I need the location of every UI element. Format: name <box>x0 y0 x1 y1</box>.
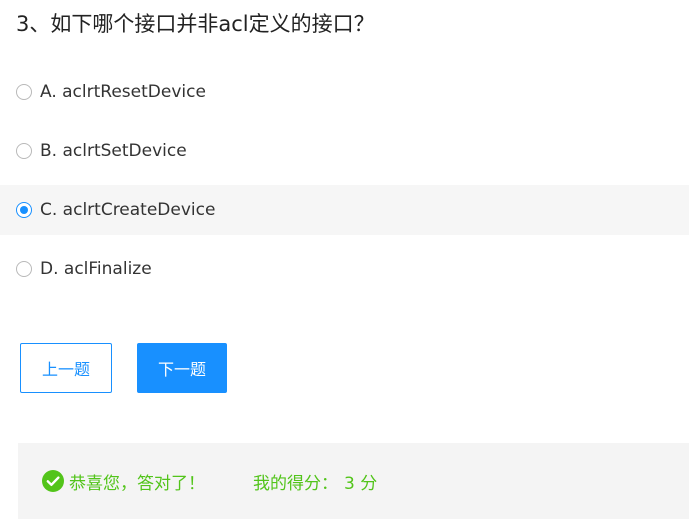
radio-button-d[interactable] <box>16 261 32 277</box>
result-panel: 恭喜您，答对了！ 我的得分： 3 分 <box>18 443 689 519</box>
result-message: 恭喜您，答对了！ <box>69 473 205 494</box>
option-label-d: D. aclFinalize <box>40 259 152 279</box>
check-circle-icon <box>42 470 64 492</box>
option-label-c: C. aclrtCreateDevice <box>40 200 216 220</box>
radio-button-c[interactable] <box>16 202 32 218</box>
quiz-page: 3、如下哪个接口并非acl定义的接口？ A. aclrtResetDevice … <box>0 0 689 519</box>
option-label-a: A. aclrtResetDevice <box>40 82 206 102</box>
option-d[interactable]: D. aclFinalize <box>0 244 689 294</box>
option-a[interactable]: A. aclrtResetDevice <box>0 67 689 117</box>
score-label: 我的得分： <box>253 473 338 494</box>
radio-button-b[interactable] <box>16 143 32 159</box>
previous-question-button[interactable]: 上一题 <box>20 343 112 393</box>
score-value: 3 分 <box>344 473 378 494</box>
radio-selected-dot <box>20 206 28 214</box>
next-question-button[interactable]: 下一题 <box>137 343 227 393</box>
question-title: 3、如下哪个接口并非acl定义的接口？ <box>16 12 375 36</box>
option-b[interactable]: B. aclrtSetDevice <box>0 126 689 176</box>
option-c[interactable]: C. aclrtCreateDevice <box>0 185 689 235</box>
option-label-b: B. aclrtSetDevice <box>40 141 187 161</box>
radio-button-a[interactable] <box>16 84 32 100</box>
